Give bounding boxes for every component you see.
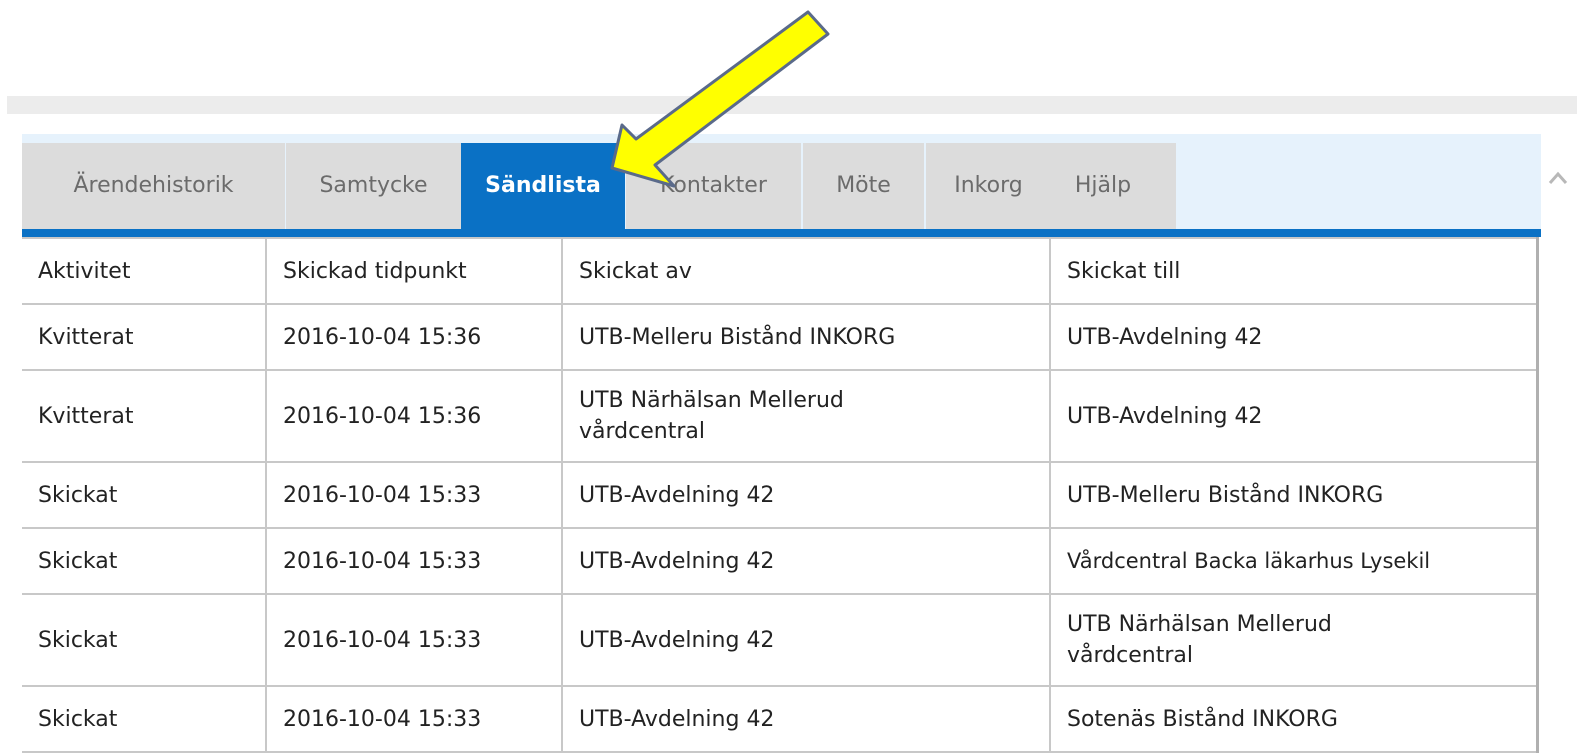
cell-skickat-av: UTB-Avdelning 42 [561,527,1051,595]
table-row: Kvitterat 2016-10-04 15:36 UTB Närhälsan… [22,369,1539,463]
cell-tidpunkt: 2016-10-04 15:33 [265,527,563,595]
cell-skickat-av: UTB Närhälsan Mellerud vårdcentral [561,369,1051,463]
cell-tidpunkt: 2016-10-04 15:33 [265,593,563,687]
header-skickat-till: Skickat till [1049,237,1539,305]
cell-aktivitet: Kvitterat [22,303,267,371]
cell-skickat-av: UTB-Melleru Bistånd INKORG [561,303,1051,371]
table-row: Skickat 2016-10-04 15:33 UTB-Avdelning 4… [22,593,1539,687]
cell-tidpunkt: 2016-10-04 15:36 [265,303,563,371]
table-header-row: Aktivitet Skickad tidpunkt Skickat av Sk… [22,237,1539,305]
cell-skickat-till: Sotenäs Bistånd INKORG [1049,685,1539,753]
cell-skickat-till: UTB-Melleru Bistånd INKORG [1049,461,1539,529]
table-row: Skickat 2016-10-04 15:33 UTB-Avdelning 4… [22,527,1539,595]
cell-aktivitet: Skickat [22,527,267,595]
tab-underline [22,229,1541,237]
cell-aktivitet: Skickat [22,461,267,529]
table-row: Kvitterat 2016-10-04 15:36 UTB-Melleru B… [22,303,1539,371]
tab-kontakter[interactable]: Kontakter [626,143,801,229]
tab-hjalp[interactable]: Hjälp [1030,143,1176,229]
cell-skickat-till: UTB Närhälsan Mellerud vårdcentral [1049,593,1539,687]
cell-skickat-av: UTB-Avdelning 42 [561,685,1051,753]
cell-tidpunkt: 2016-10-04 15:36 [265,369,563,463]
tab-sandlista[interactable]: Sändlista [461,143,625,229]
sendlist-table: Aktivitet Skickad tidpunkt Skickat av Sk… [22,237,1539,753]
table-row: Skickat 2016-10-04 15:33 UTB-Avdelning 4… [22,685,1539,753]
tab-arendehistorik[interactable]: Ärendehistorik [22,143,285,229]
cell-tidpunkt: 2016-10-04 15:33 [265,461,563,529]
tab-samtycke[interactable]: Samtycke [286,143,461,229]
top-strip [7,96,1577,114]
cell-skickat-av: UTB-Avdelning 42 [561,593,1051,687]
chevron-up-icon[interactable] [1547,167,1569,189]
header-skickat-av: Skickat av [561,237,1051,305]
header-skickad-tidpunkt: Skickad tidpunkt [265,237,563,305]
cell-skickat-till: UTB-Avdelning 42 [1049,303,1539,371]
cell-aktivitet: Skickat [22,593,267,687]
cell-skickat-av: UTB-Avdelning 42 [561,461,1051,529]
cell-aktivitet: Kvitterat [22,369,267,463]
header-aktivitet: Aktivitet [22,237,267,305]
cell-aktivitet: Skickat [22,685,267,753]
cell-skickat-till: UTB-Avdelning 42 [1049,369,1539,463]
cell-tidpunkt: 2016-10-04 15:33 [265,685,563,753]
tab-mote[interactable]: Möte [803,143,924,229]
table-row: Skickat 2016-10-04 15:33 UTB-Avdelning 4… [22,461,1539,529]
cell-skickat-till: Vårdcentral Backa läkarhus Lysekil [1049,527,1539,595]
